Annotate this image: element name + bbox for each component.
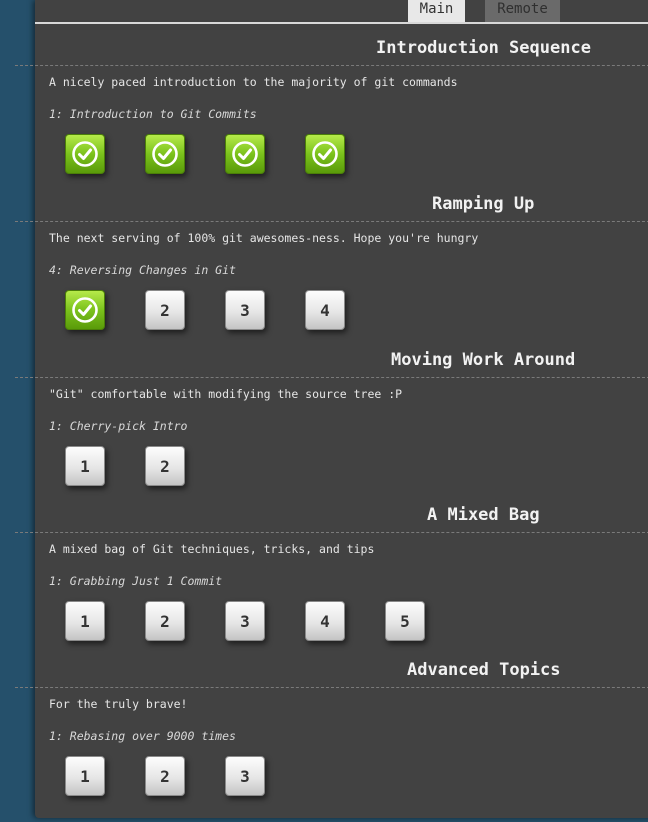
level-number: 1 — [80, 766, 90, 786]
level-number: 3 — [240, 611, 250, 631]
level-button[interactable]: 2 — [145, 446, 185, 486]
level-number: 2 — [160, 456, 170, 476]
level-button[interactable]: 1 — [65, 601, 105, 641]
sequence-title: Ramping Up — [432, 194, 535, 214]
level-number: 5 — [400, 611, 410, 631]
level-button-completed[interactable] — [65, 290, 105, 330]
sequence-description: The next serving of 100% git awesomes-ne… — [49, 231, 479, 245]
level-number: 2 — [160, 766, 170, 786]
sequence-description: "Git" comfortable with modifying the sou… — [49, 387, 403, 401]
level-select-panel: Main Remote Introduction Sequence A nicel… — [15, 0, 648, 818]
level-button[interactable]: 2 — [145, 290, 185, 330]
level-button[interactable]: 2 — [145, 601, 185, 641]
sequence-title: Moving Work Around — [391, 350, 576, 370]
sequence-description: For the truly brave! — [49, 697, 188, 711]
checkmark-circle-icon — [232, 141, 258, 167]
checkmark-circle-icon — [152, 141, 178, 167]
divider — [15, 65, 648, 66]
checkmark-circle-icon — [72, 297, 98, 323]
sequence-title: Advanced Topics — [407, 660, 561, 680]
level-button-completed[interactable] — [145, 134, 185, 174]
level-number: 4 — [320, 611, 330, 631]
level-button[interactable]: 3 — [225, 290, 265, 330]
current-level-name: 1: Introduction to Git Commits — [49, 107, 257, 121]
level-number: 3 — [240, 766, 250, 786]
current-level-name: 1: Cherry-pick Intro — [49, 419, 188, 433]
current-level-name: 4: Reversing Changes in Git — [49, 263, 236, 277]
level-button[interactable]: 2 — [145, 756, 185, 796]
level-number: 4 — [320, 300, 330, 320]
level-button[interactable]: 1 — [65, 756, 105, 796]
checkmark-circle-icon — [72, 141, 98, 167]
level-button[interactable]: 3 — [225, 601, 265, 641]
tab-remote[interactable]: Remote — [485, 0, 560, 22]
current-level-name: 1: Grabbing Just 1 Commit — [49, 574, 223, 588]
sequence-title: Introduction Sequence — [376, 38, 591, 58]
sequence-title: A Mixed Bag — [427, 505, 540, 525]
level-number: 1 — [80, 456, 90, 476]
divider — [15, 221, 648, 222]
divider — [15, 532, 648, 533]
divider — [15, 687, 648, 688]
level-button-completed[interactable] — [65, 134, 105, 174]
sequence-description: A mixed bag of Git techniques, tricks, a… — [49, 542, 375, 556]
level-number: 3 — [240, 300, 250, 320]
level-button[interactable]: 1 — [65, 446, 105, 486]
level-number: 2 — [160, 300, 170, 320]
level-number: 1 — [80, 611, 90, 631]
tab-main[interactable]: Main — [408, 0, 465, 22]
level-button[interactable]: 5 — [385, 601, 425, 641]
divider — [15, 377, 648, 378]
level-button[interactable]: 3 — [225, 756, 265, 796]
level-button[interactable]: 4 — [305, 601, 345, 641]
checkmark-circle-icon — [312, 141, 338, 167]
level-number: 2 — [160, 611, 170, 631]
level-button-completed[interactable] — [225, 134, 265, 174]
sequence-description: A nicely paced introduction to the major… — [49, 75, 458, 89]
level-button[interactable]: 4 — [305, 290, 345, 330]
level-button-completed[interactable] — [305, 134, 345, 174]
current-level-name: 1: Rebasing over 9000 times — [49, 729, 236, 743]
tab-bar: Main Remote — [35, 0, 648, 24]
